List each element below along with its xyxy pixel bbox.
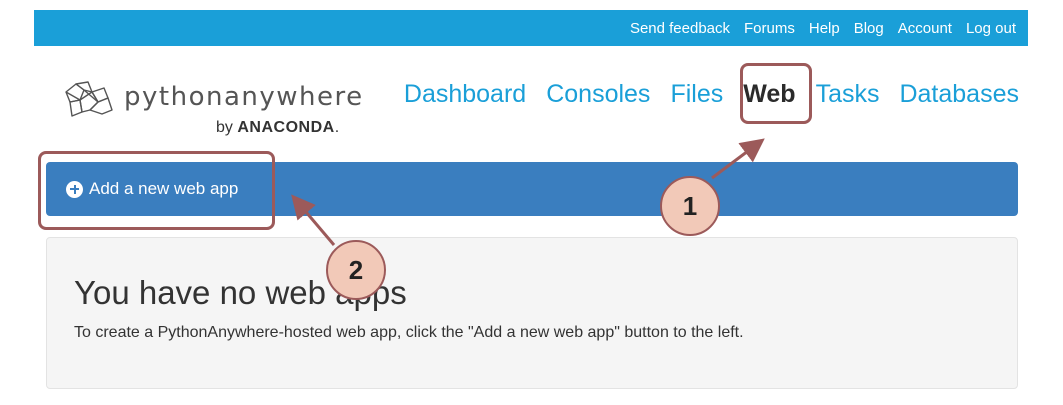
blog-link[interactable]: Blog (854, 20, 884, 37)
logo-by: by (216, 119, 233, 136)
nav-web[interactable]: Web (743, 80, 795, 109)
logo-brand-dot: . (334, 119, 340, 136)
logo-wordmark: pythonanywhere (124, 82, 364, 112)
add-web-app-label: Add a new web app (89, 179, 239, 198)
pythonanywhere-logo[interactable]: pythonanywhere by ANACONDA. (62, 80, 372, 142)
nav-files[interactable]: Files (670, 80, 723, 109)
forums-link[interactable]: Forums (744, 20, 795, 37)
top-bar: Send feedback Forums Help Blog Account L… (34, 10, 1028, 46)
logo-mark-icon (65, 81, 113, 117)
logo-byline: by ANACONDA. (216, 119, 339, 137)
account-link[interactable]: Account (898, 20, 952, 37)
log-out-link[interactable]: Log out (966, 20, 1016, 37)
nav-dashboard[interactable]: Dashboard (404, 80, 526, 109)
top-bar-links: Send feedback Forums Help Blog Account L… (630, 10, 1016, 46)
help-link[interactable]: Help (809, 20, 840, 37)
send-feedback-link[interactable]: Send feedback (630, 20, 730, 37)
main-nav: Dashboard Consoles Files Web Tasks Datab… (404, 74, 1019, 114)
panel-description: To create a PythonAnywhere-hosted web ap… (74, 324, 744, 341)
nav-tasks[interactable]: Tasks (816, 80, 880, 109)
nav-consoles[interactable]: Consoles (546, 80, 650, 109)
nav-databases[interactable]: Databases (899, 80, 1019, 109)
no-web-apps-panel: You have no web apps To create a PythonA… (46, 237, 1018, 389)
logo-brand: ANACONDA (237, 119, 335, 136)
plus-circle-icon (66, 180, 83, 198)
add-web-app-button[interactable]: Add a new web app (66, 162, 238, 216)
callout-marker-1: 1 (660, 176, 720, 236)
web-app-action-bar: Add a new web app (46, 162, 1018, 216)
callout-marker-2: 2 (326, 240, 386, 300)
